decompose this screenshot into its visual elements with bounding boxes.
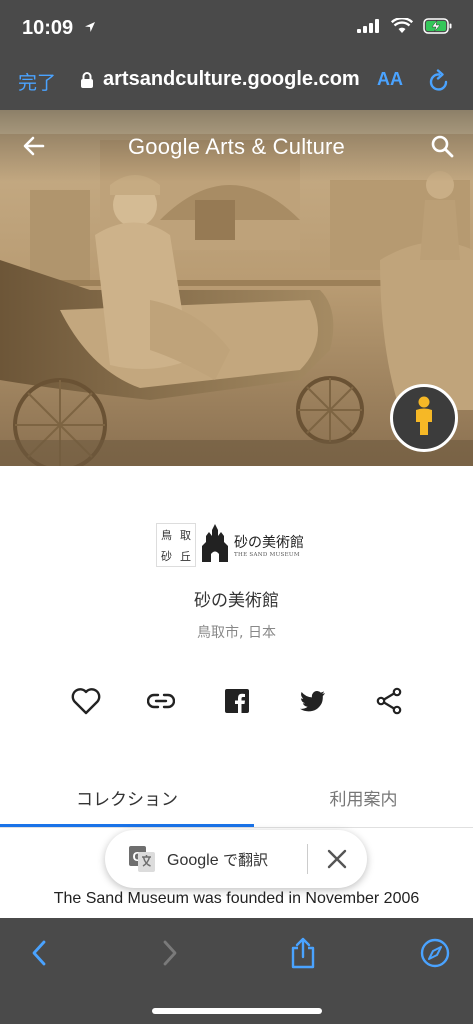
screen: 10:09 完了 artsandculture.google.com AA Go… [0, 0, 473, 1024]
logo-text: 砂の美術館 THE SAND MUSEUM [234, 532, 304, 558]
share-upload-icon[interactable] [286, 936, 320, 970]
logo-kanji-1: 鳥 [161, 528, 172, 542]
location-arrow-icon [84, 20, 96, 38]
browser-address-bar: 完了 artsandculture.google.com AA [0, 60, 473, 110]
brand-arts-culture: Arts & Culture [205, 134, 345, 159]
status-bar: 10:09 [0, 0, 473, 60]
forward-chevron-icon[interactable] [153, 936, 187, 970]
logo-kanji-3: 砂 [161, 549, 172, 563]
translate-divider [307, 844, 308, 874]
logo-kanji-4: 丘 [180, 549, 191, 563]
partner-description: The Sand Museum was founded in November … [53, 890, 420, 907]
translate-label: で翻訳 [223, 851, 269, 869]
logo-subtitle: THE SAND MUSEUM [234, 552, 300, 558]
logo-title: 砂の美術館 [234, 535, 304, 551]
logo-kanji-2: 取 [180, 528, 191, 542]
reload-icon[interactable] [428, 69, 450, 98]
text-size-button[interactable]: AA [377, 69, 403, 90]
facebook-icon[interactable] [222, 686, 252, 716]
text-size-label: AA [377, 69, 403, 89]
close-icon[interactable] [326, 848, 348, 875]
logo-kanji-block: 鳥 取 砂 丘 [156, 523, 196, 567]
status-time: 10:09 [22, 17, 74, 39]
cellular-signal-icon [357, 19, 381, 38]
google-translate-bar: G Google で翻訳 [105, 830, 367, 888]
search-icon[interactable] [430, 134, 454, 163]
back-chevron-icon[interactable] [22, 936, 56, 970]
done-button[interactable]: 完了 [18, 68, 56, 95]
castle-icon [200, 523, 230, 567]
compass-icon[interactable] [418, 936, 452, 970]
active-tab-indicator [0, 824, 254, 827]
battery-charging-icon [423, 18, 453, 39]
translate-button[interactable]: Google で翻訳 [167, 849, 268, 870]
hero-image[interactable]: Google Arts & Culture [0, 110, 473, 466]
brand-logo[interactable]: Google Arts & Culture [0, 134, 473, 160]
tab-visitor-info[interactable]: 利用案内 [254, 785, 473, 810]
heart-icon[interactable] [71, 686, 101, 716]
partner-logo: 鳥 取 砂 丘 砂の美術館 THE SAND MUSEUM [156, 522, 318, 568]
translate-brand: Google [167, 852, 219, 869]
google-translate-icon: G [129, 846, 155, 877]
tab-bar: コレクション 利用案内 [0, 770, 473, 828]
share-icon[interactable] [374, 686, 404, 716]
tab-collection[interactable]: コレクション [0, 785, 254, 810]
home-indicator [152, 1008, 322, 1014]
url-field[interactable]: artsandculture.google.com [103, 68, 365, 91]
share-actions [0, 686, 473, 716]
pegman-icon [413, 396, 435, 441]
lock-icon [80, 71, 94, 94]
partner-name: 砂の美術館 [194, 591, 279, 611]
brand-google: Google [128, 134, 201, 159]
link-icon[interactable] [146, 686, 176, 716]
partner-location: 鳥取市, 日本 [197, 625, 276, 641]
street-view-button[interactable] [390, 384, 458, 452]
twitter-icon[interactable] [298, 686, 328, 716]
wifi-icon [390, 17, 414, 39]
